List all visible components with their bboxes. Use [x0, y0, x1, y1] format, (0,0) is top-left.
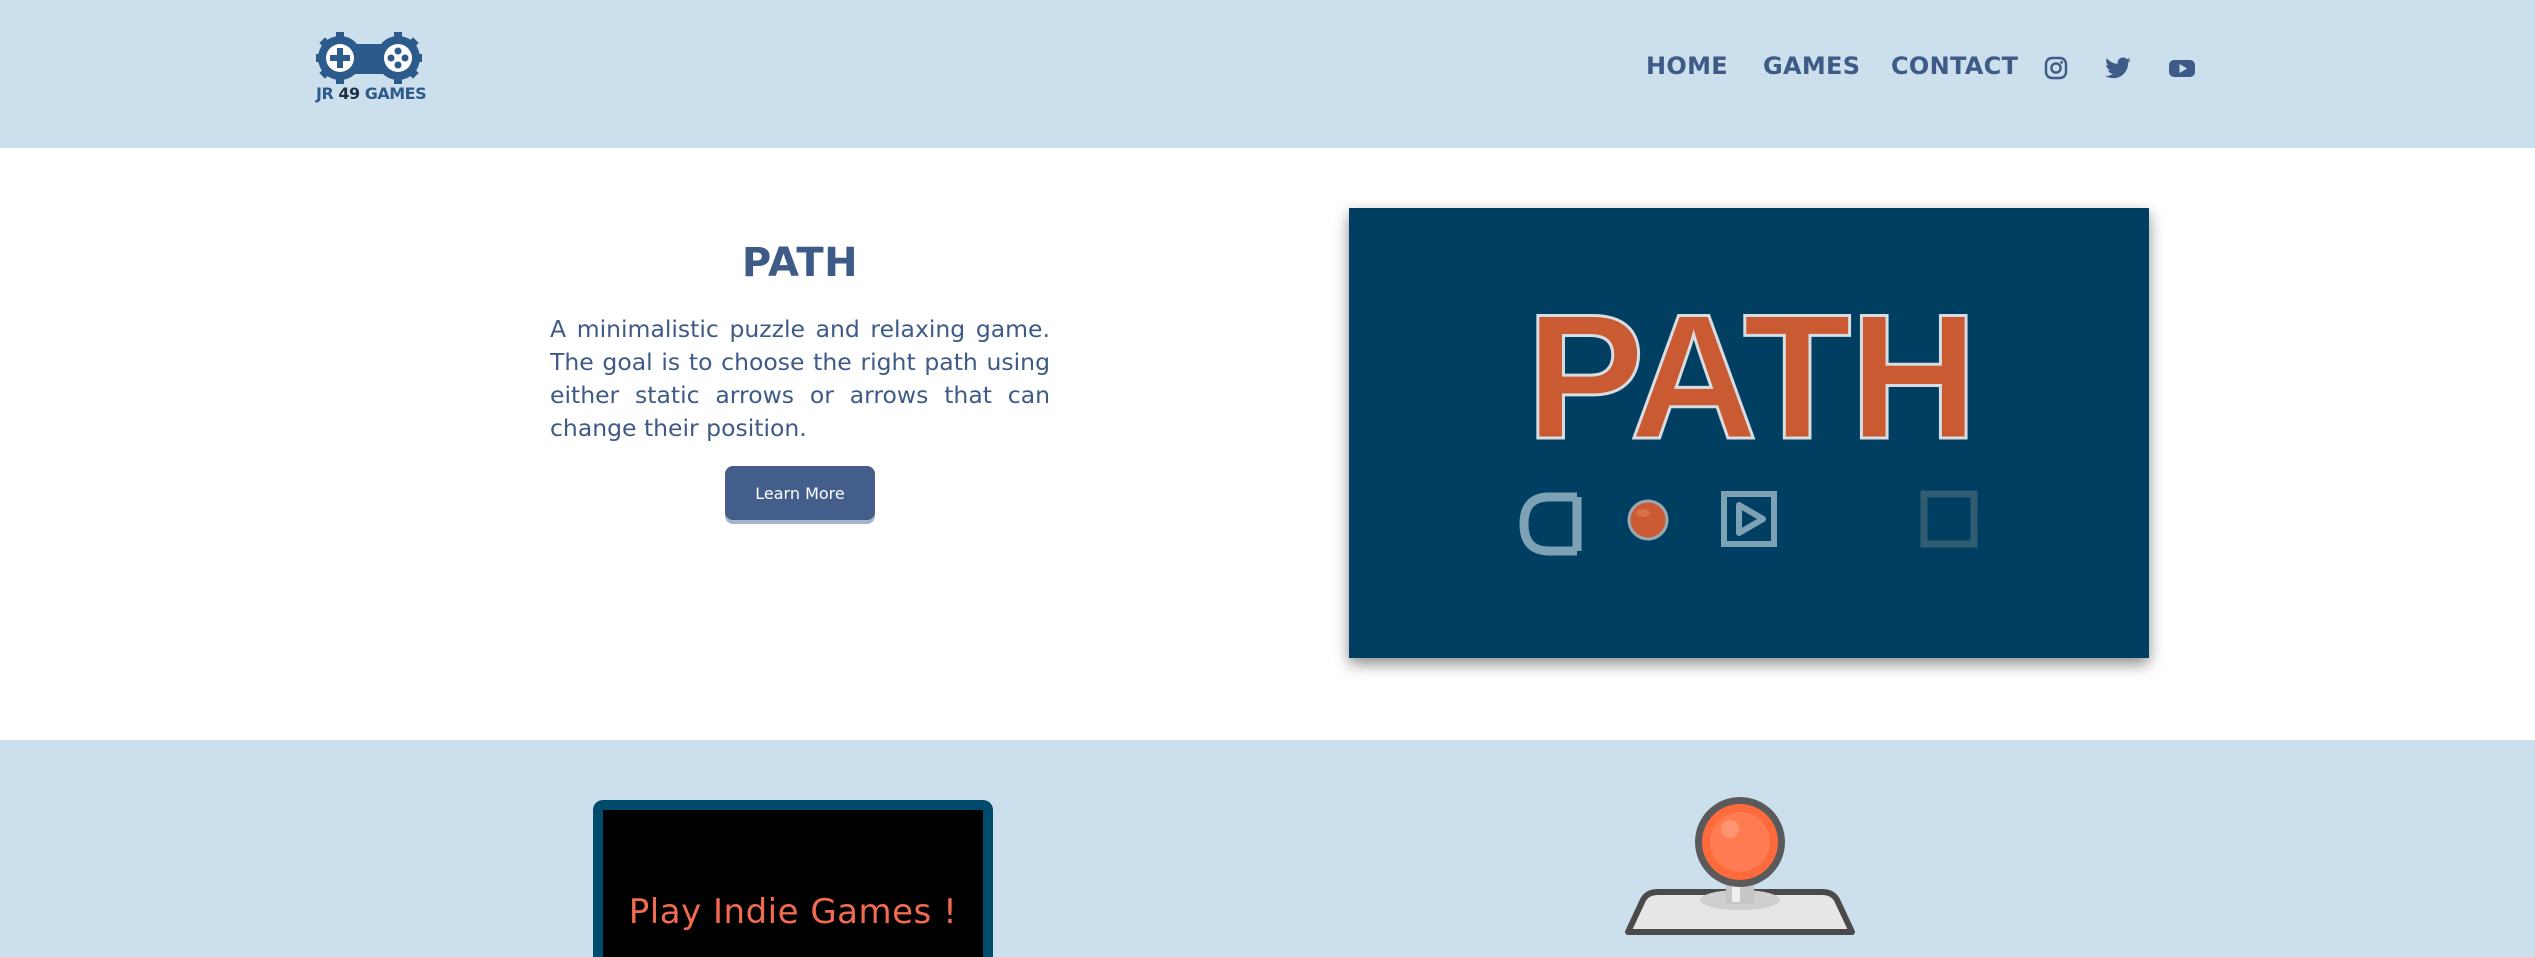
learn-more-button[interactable]: Learn More [725, 466, 875, 520]
curved-arrow-tile [1519, 492, 1582, 556]
screen-display: Play Indie Games ! [603, 810, 983, 957]
logo-number: 49 [338, 84, 360, 103]
game-title: PATH [741, 240, 859, 286]
nav-home-link[interactable]: HOME [1646, 52, 1728, 80]
logo-suffix: GAMES [364, 84, 427, 103]
gamepad-icon [316, 32, 422, 84]
game-cover-title: PATH [1526, 277, 1976, 476]
goal-tile [1920, 490, 1978, 548]
youtube-icon[interactable] [2168, 54, 2196, 82]
twitter-icon[interactable] [2104, 54, 2132, 82]
logo-text: JR 49 GAMES [316, 84, 427, 103]
promo-section: Play Indie Games ! [0, 740, 2535, 957]
site-header: JR 49 GAMES HOME GAMES CONTACT [0, 0, 2535, 148]
nav-contact-link[interactable]: CONTACT [1891, 52, 2018, 80]
logo-prefix: JR [316, 84, 334, 103]
nav-games-link[interactable]: GAMES [1763, 52, 1860, 80]
screen-text: Play Indie Games ! [628, 892, 958, 932]
featured-game-section: PATH A minimalistic puzzle and relaxing … [0, 148, 2535, 740]
retro-screen: Play Indie Games ! [593, 800, 993, 957]
game-description: A minimalistic puzzle and relaxing game.… [550, 315, 1050, 442]
instagram-icon[interactable] [2042, 54, 2070, 82]
arrow-tile [1721, 491, 1777, 547]
joystick-icon [1625, 797, 1855, 935]
ball-tile [1627, 499, 1669, 541]
game-cover-image[interactable]: PATH [1349, 208, 2149, 658]
site-logo[interactable]: JR 49 GAMES [316, 32, 427, 107]
